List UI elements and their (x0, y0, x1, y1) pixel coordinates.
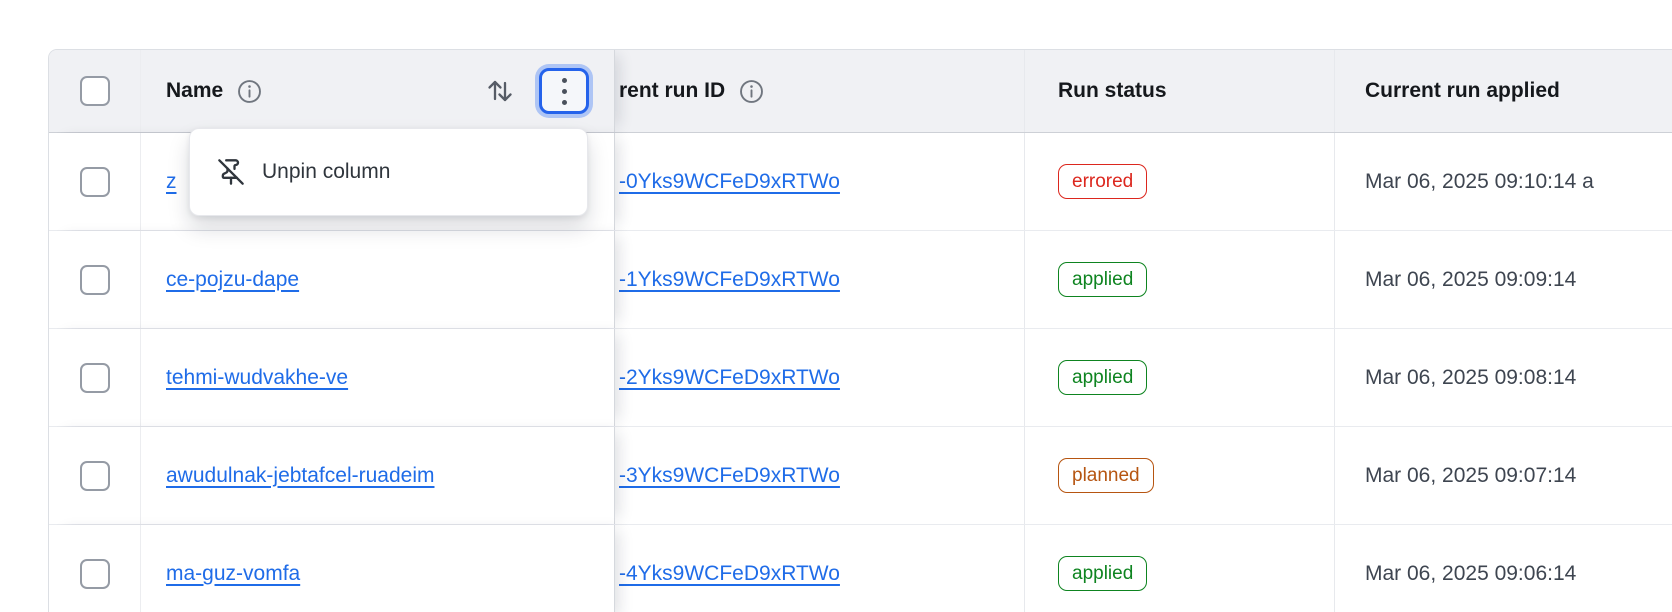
status-badge: planned (1058, 458, 1154, 494)
column-header-name: Name (166, 79, 223, 103)
table-row: tehmi-wudvakhe-ve -2Yks9WCFeD9xRTWo appl… (49, 329, 1672, 427)
select-all-checkbox[interactable] (80, 76, 110, 106)
status-badge: applied (1058, 262, 1147, 298)
runs-table: Name (48, 49, 1672, 612)
run-id-link[interactable]: -2Yks9WCFeD9xRTWo (619, 366, 840, 390)
run-id-link[interactable]: -3Yks9WCFeD9xRTWo (619, 464, 840, 488)
status-badge: errored (1058, 164, 1147, 200)
header-applied-cell: Current run applied (1334, 50, 1672, 132)
row-checkbox[interactable] (80, 265, 110, 295)
row-checkbox[interactable] (80, 167, 110, 197)
name-link[interactable]: ma-guz-vomfa (166, 562, 300, 586)
header-checkbox-cell (49, 50, 141, 132)
table-row: ma-guz-vomfa -4Yks9WCFeD9xRTWo applied M… (49, 525, 1672, 612)
run-id-link[interactable]: -0Yks9WCFeD9xRTWo (619, 170, 840, 194)
status-badge: applied (1058, 360, 1147, 396)
column-header-current-run-applied: Current run applied (1365, 79, 1560, 103)
pin-off-icon (217, 158, 245, 186)
applied-timestamp: Mar 06, 2025 09:09:14 (1365, 268, 1576, 292)
sort-icon[interactable] (484, 75, 516, 107)
applied-timestamp: Mar 06, 2025 09:07:14 (1365, 464, 1576, 488)
data-table-screen: Name (0, 0, 1672, 612)
kebab-icon (562, 78, 567, 83)
header-status-cell: Run status (1024, 50, 1334, 132)
column-header-run-status: Run status (1058, 79, 1167, 103)
header-name-cell: Name (141, 50, 614, 132)
menu-item-unpin-column[interactable]: Unpin column (262, 160, 390, 184)
header-runid-cell: rent run ID (615, 50, 1024, 132)
column-header-current-run-id: rent run ID (619, 79, 725, 103)
table-row: awudulnak-jebtafcel-ruadeim -3Yks9WCFeD9… (49, 427, 1672, 525)
name-link[interactable]: ce-pojzu-dape (166, 268, 299, 292)
applied-timestamp: Mar 06, 2025 09:06:14 (1365, 562, 1576, 586)
run-id-link[interactable]: -4Yks9WCFeD9xRTWo (619, 562, 840, 586)
name-link[interactable]: z (166, 170, 177, 194)
info-icon[interactable] (236, 78, 263, 105)
column-menu-button[interactable] (539, 68, 589, 114)
name-link[interactable]: tehmi-wudvakhe-ve (166, 366, 348, 390)
applied-timestamp: Mar 06, 2025 09:08:14 (1365, 366, 1576, 390)
applied-timestamp: Mar 06, 2025 09:10:14 a (1365, 170, 1594, 194)
info-icon[interactable] (738, 78, 765, 105)
name-link[interactable]: awudulnak-jebtafcel-ruadeim (166, 464, 434, 488)
pinned-header-cells: Name (49, 50, 615, 132)
row-checkbox[interactable] (80, 363, 110, 393)
table-header-row: Name (49, 50, 1672, 133)
row-checkbox[interactable] (80, 559, 110, 589)
table-row: ce-pojzu-dape -1Yks9WCFeD9xRTWo applied … (49, 231, 1672, 329)
status-badge: applied (1058, 556, 1147, 592)
row-checkbox[interactable] (80, 461, 110, 491)
run-id-link[interactable]: -1Yks9WCFeD9xRTWo (619, 268, 840, 292)
column-menu-dropdown: Unpin column (189, 128, 588, 216)
